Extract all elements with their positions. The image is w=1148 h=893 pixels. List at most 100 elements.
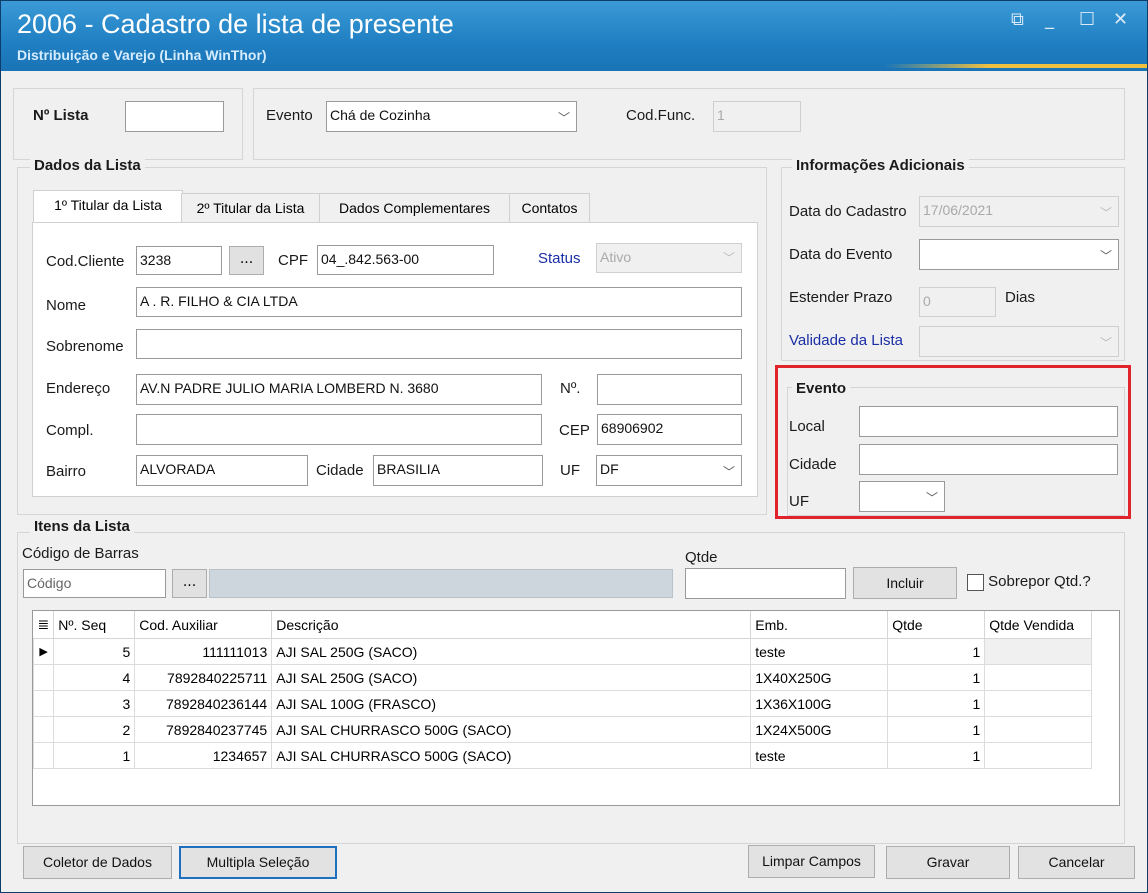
cpf-field[interactable]: 04_.842.563-00 xyxy=(317,245,494,275)
maximize-icon[interactable]: ☐ xyxy=(1079,9,1095,30)
column-selector-icon[interactable]: ≣ xyxy=(33,611,55,639)
cell-cod-auxiliar[interactable]: 7892840236144 xyxy=(134,690,273,717)
cell-qtde[interactable]: 1 xyxy=(887,716,986,743)
cell-qtde-vendida[interactable] xyxy=(984,716,1093,743)
validade-lista-label[interactable]: Validade da Lista xyxy=(789,332,903,349)
column-header-qtde[interactable]: Qtde xyxy=(887,611,986,639)
info-adicionais-title: Informações Adicionais xyxy=(792,157,969,174)
itens-grid[interactable]: ≣ Nº. Seq Cod. Auxiliar Descrição Emb. Q… xyxy=(32,610,1120,806)
estender-prazo-field[interactable]: 0 xyxy=(919,287,996,317)
tab-contatos[interactable]: Contatos xyxy=(509,193,590,223)
cell-descricao[interactable]: AJI SAL 250G (SACO) xyxy=(271,664,752,691)
status-select[interactable]: Ativo ﹀ xyxy=(596,243,742,273)
numero-field[interactable] xyxy=(597,374,742,405)
cell-qtde[interactable]: 1 xyxy=(887,690,986,717)
endereco-field[interactable]: AV.N PADRE JULIO MARIA LOMBERD N. 3680 xyxy=(136,374,542,405)
codfunc-field[interactable]: 1 xyxy=(713,101,801,132)
cell-descricao[interactable]: AJI SAL CHURRASCO 500G (SACO) xyxy=(271,742,752,769)
cell-emb[interactable]: 1X36X100G xyxy=(750,690,889,717)
uf-select[interactable]: DF ﹀ xyxy=(596,455,742,486)
cep-field[interactable]: 68906902 xyxy=(597,414,742,445)
cell-qtde-vendida[interactable] xyxy=(984,742,1093,769)
column-header-qtde-vendida[interactable]: Qtde Vendida xyxy=(984,611,1093,639)
incluir-button[interactable]: Incluir xyxy=(853,567,957,599)
table-row[interactable]: 1 1234657 AJI SAL CHURRASCO 500G (SACO) … xyxy=(32,742,1093,769)
cliente-browse-button[interactable]: ... xyxy=(229,246,264,275)
table-row[interactable]: 3 7892840236144 AJI SAL 100G (FRASCO) 1X… xyxy=(32,690,1093,717)
column-header-descricao[interactable]: Descrição xyxy=(271,611,752,639)
nome-field[interactable]: A . R. FILHO & CIA LTDA xyxy=(136,287,742,317)
cell-qtde[interactable]: 1 xyxy=(887,742,986,769)
cell-seq[interactable]: 3 xyxy=(53,690,136,717)
cell-emb[interactable]: teste xyxy=(750,742,889,769)
dias-label: Dias xyxy=(1005,289,1036,306)
cell-qtde-vendida[interactable] xyxy=(984,638,1093,665)
nome-label: Nome xyxy=(46,297,87,314)
compl-field[interactable] xyxy=(136,414,542,445)
column-header-cod-auxiliar[interactable]: Cod. Auxiliar xyxy=(134,611,273,639)
endereco-label: Endereço xyxy=(46,380,111,397)
minimize-icon[interactable]: _ xyxy=(1045,9,1054,30)
tab-dados-complementares[interactable]: Dados Complementares xyxy=(319,193,510,223)
cell-qtde[interactable]: 1 xyxy=(887,664,986,691)
cell-seq[interactable]: 1 xyxy=(53,742,136,769)
cep-label: CEP xyxy=(559,422,590,439)
bairro-field[interactable]: ALVORADA xyxy=(136,455,308,486)
codfunc-label: Cod.Func. xyxy=(626,107,696,124)
multipla-selecao-button[interactable]: Multipla Seleção xyxy=(179,846,337,879)
cell-qtde-vendida[interactable] xyxy=(984,664,1093,691)
chevron-down-icon: ﹀ xyxy=(1099,249,1112,263)
checkbox-icon[interactable] xyxy=(967,573,984,591)
data-cadastro-field[interactable]: 17/06/2021 ﹀ xyxy=(919,196,1119,227)
cell-qtde[interactable]: 1 xyxy=(887,638,986,665)
cod-cliente-field[interactable]: 3238 xyxy=(136,246,222,275)
cell-emb[interactable]: 1X40X250G xyxy=(750,664,889,691)
column-header-seq[interactable]: Nº. Seq xyxy=(53,611,136,639)
cell-cod-auxiliar[interactable]: 7892840225711 xyxy=(134,664,273,691)
qtde-field[interactable] xyxy=(685,568,846,599)
gravar-button[interactable]: Gravar xyxy=(886,846,1010,879)
cell-descricao[interactable]: AJI SAL 250G (SACO) xyxy=(271,638,752,665)
sobrenome-field[interactable] xyxy=(136,329,742,359)
cell-cod-auxiliar[interactable]: 7892840237745 xyxy=(134,716,273,743)
cell-descricao[interactable]: AJI SAL CHURRASCO 500G (SACO) xyxy=(271,716,752,743)
tab-titular-2[interactable]: 2º Titular da Lista xyxy=(181,193,320,223)
codigo-barras-label: Código de Barras xyxy=(22,545,139,562)
cell-seq[interactable]: 4 xyxy=(53,664,136,691)
title-bar[interactable]: 2006 - Cadastro de lista de presente Dis… xyxy=(1,1,1147,71)
data-cadastro-label: Data do Cadastro xyxy=(789,203,907,220)
table-row[interactable]: 4 7892840225711 AJI SAL 250G (SACO) 1X40… xyxy=(32,664,1093,691)
table-row[interactable]: 2 7892840237745 AJI SAL CHURRASCO 500G (… xyxy=(32,716,1093,743)
cell-descricao[interactable]: AJI SAL 100G (FRASCO) xyxy=(271,690,752,717)
cell-seq[interactable]: 2 xyxy=(53,716,136,743)
nro-lista-field[interactable] xyxy=(125,101,224,132)
restore-icon[interactable]: ⧉ xyxy=(1011,9,1024,30)
data-evento-field[interactable]: ﹀ xyxy=(919,239,1119,270)
column-header-emb[interactable]: Emb. xyxy=(750,611,889,639)
limpar-campos-button[interactable]: Limpar Campos xyxy=(748,845,875,878)
produto-browse-button[interactable]: ... xyxy=(172,569,207,598)
cell-qtde-vendida[interactable] xyxy=(984,690,1093,717)
status-label[interactable]: Status xyxy=(538,250,581,267)
evento-select[interactable]: Chá de Cozinha ﹀ xyxy=(326,101,577,132)
compl-label: Compl. xyxy=(46,422,94,439)
table-row[interactable]: ▶ 5 111111013 AJI SAL 250G (SACO) teste … xyxy=(32,638,1093,665)
cell-cod-auxiliar[interactable]: 111111013 xyxy=(134,638,273,665)
cidade-field[interactable]: BRASILIA xyxy=(373,455,543,486)
cancelar-button[interactable]: Cancelar xyxy=(1018,846,1135,879)
sobrenome-label: Sobrenome xyxy=(46,338,124,355)
coletor-dados-button[interactable]: Coletor de Dados xyxy=(23,846,172,879)
sobrepor-checkbox[interactable]: Sobrepor Qtd.? xyxy=(967,573,1091,591)
dados-lista-title: Dados da Lista xyxy=(30,157,145,174)
validade-lista-field[interactable]: ﹀ xyxy=(919,326,1119,357)
chevron-down-icon: ﹀ xyxy=(1099,336,1112,350)
evento-value: Chá de Cozinha xyxy=(330,107,431,123)
cell-cod-auxiliar[interactable]: 1234657 xyxy=(134,742,273,769)
cell-emb[interactable]: 1X24X500G xyxy=(750,716,889,743)
codigo-barras-field[interactable]: Código xyxy=(23,569,166,598)
close-icon[interactable]: ✕ xyxy=(1113,9,1128,30)
tab-titular-1[interactable]: 1º Titular da Lista xyxy=(33,190,183,223)
cell-emb[interactable]: teste xyxy=(750,638,889,665)
title-accent xyxy=(885,64,1147,68)
cell-seq[interactable]: 5 xyxy=(53,638,136,665)
